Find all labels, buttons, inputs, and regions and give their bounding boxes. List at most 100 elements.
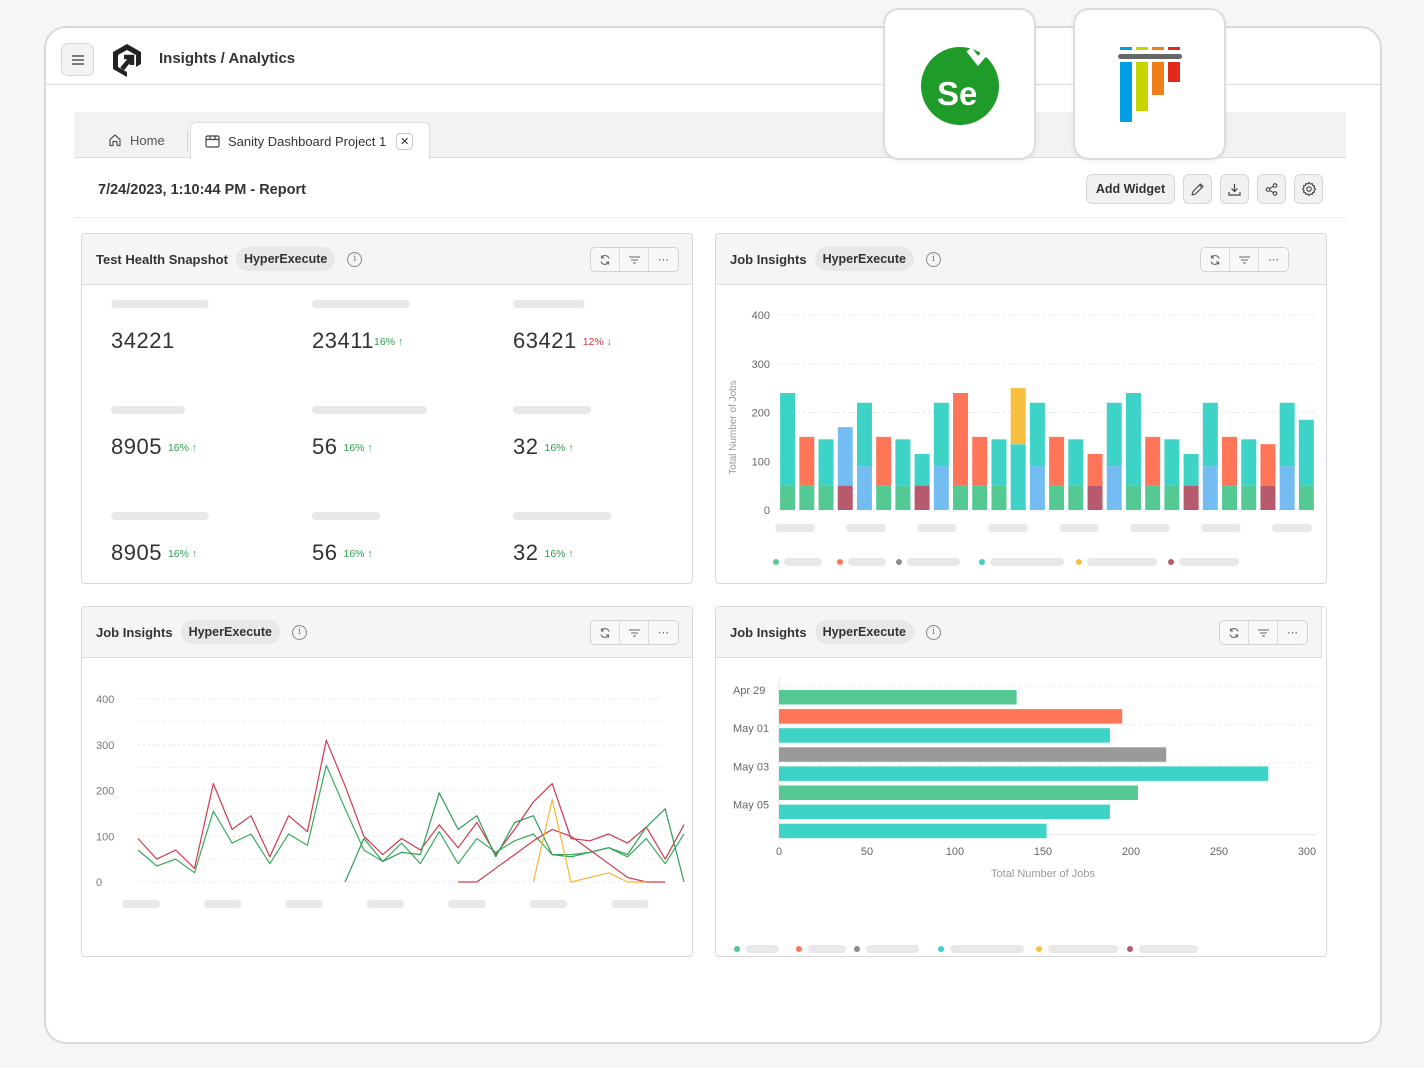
x-tick-label: 250 — [1210, 846, 1228, 858]
app-window: Insights / Analytics Home Sanity Dashboa… — [44, 26, 1382, 1044]
download-button[interactable] — [1220, 174, 1249, 204]
bar-segment — [1279, 402, 1295, 467]
bar-segment — [1183, 453, 1199, 486]
menu-button[interactable] — [61, 43, 94, 76]
tab-close-button[interactable]: ✕ — [396, 132, 414, 150]
bar-segment — [972, 436, 988, 486]
y-tick-label: Apr 29 — [733, 685, 765, 697]
refresh-button[interactable] — [591, 248, 620, 271]
stat-label-placeholder — [111, 512, 209, 520]
refresh-button[interactable] — [1220, 621, 1249, 644]
stat-label-placeholder — [312, 406, 427, 414]
legend-dot — [1127, 946, 1133, 952]
line-chart: 0 100 200 300 400 — [96, 694, 685, 908]
stat-label-placeholder — [111, 300, 209, 308]
svg-text:Se: Se — [937, 75, 977, 112]
bar-segment — [818, 485, 834, 510]
lambdatest-logo[interactable] — [110, 42, 144, 78]
filter-button[interactable] — [1230, 248, 1259, 271]
add-widget-button[interactable]: Add Widget — [1086, 174, 1175, 204]
bar-segment — [1298, 485, 1314, 510]
toolbar-divider — [74, 217, 1346, 218]
bar-segment — [1145, 485, 1161, 510]
bar-segment — [818, 439, 834, 486]
home-icon — [109, 134, 121, 147]
y-tick-label: 200 — [96, 786, 114, 798]
y-tick-label: May 01 — [733, 723, 769, 735]
legend-dot — [734, 946, 740, 952]
x-tick-placeholder — [285, 900, 323, 908]
refresh-button[interactable] — [591, 621, 620, 644]
widget-job-insights-horizontal-bar: Job Insights HyperExecute i ⋯ Apr 29 May … — [715, 606, 1327, 957]
more-options-button[interactable]: ⋯ — [649, 621, 678, 644]
stat-number: 23411 — [312, 328, 375, 353]
stat-number: 8905 — [111, 540, 162, 565]
x-tick-label: 100 — [946, 846, 964, 858]
x-axis-label: Total Number of Jobs — [991, 868, 1095, 880]
bar-segment — [1164, 485, 1180, 510]
info-icon[interactable]: i — [925, 251, 941, 267]
stat-delta-down: 12% ↓ — [582, 336, 612, 349]
legend-dot — [896, 559, 902, 565]
bar-segment — [1279, 466, 1295, 510]
stat-number: 56 — [312, 434, 338, 459]
y-tick-label: May 05 — [733, 800, 769, 812]
info-icon[interactable]: i — [925, 624, 941, 640]
bar-segment — [1183, 485, 1199, 510]
more-options-button[interactable]: ⋯ — [649, 248, 678, 271]
horizontal-bar — [779, 690, 1017, 705]
tab-sanity-dashboard[interactable]: Sanity Dashboard Project 1 ✕ — [190, 122, 430, 159]
widget-title: Job Insights — [730, 251, 807, 267]
bar-segment — [1029, 402, 1045, 467]
stacked-bar-chart: 0 100 200 300 400 Total Number of Jobs — [728, 310, 1316, 566]
legend-label-placeholder — [808, 945, 846, 953]
bar-segment — [895, 439, 911, 486]
bar-segment — [1087, 453, 1103, 486]
bar-segment — [933, 402, 949, 467]
bar-segment — [780, 393, 796, 486]
legend-dot — [1168, 559, 1174, 565]
x-tick-placeholder — [846, 524, 886, 532]
horizontal-bar-chart: Apr 29 May 01 May 03 May 05 0 50 100 150 200 250 3… — [733, 677, 1316, 953]
stat-delta-up: 16% ↑ — [167, 442, 198, 455]
info-icon[interactable]: i — [347, 251, 363, 267]
widget-title: Job Insights — [96, 624, 173, 640]
x-tick-placeholder — [611, 900, 649, 908]
info-icon[interactable]: i — [291, 624, 307, 640]
bar-segment — [1164, 439, 1180, 486]
stat-value: 32 16% ↑ — [513, 540, 574, 566]
y-tick-label: 0 — [764, 505, 770, 517]
tab-home[interactable]: Home — [108, 122, 165, 158]
refresh-button[interactable] — [1201, 248, 1230, 271]
stat-delta-up: 16% ↑ — [343, 442, 373, 455]
filter-button[interactable] — [620, 621, 649, 644]
bar-segment — [856, 466, 872, 510]
report-title: 7/24/2023, 1:10:44 PM - Report — [98, 182, 306, 198]
more-options-button[interactable]: ⋯ — [1259, 248, 1288, 271]
widget-actions: ⋯ — [1219, 620, 1308, 645]
bar-segment — [1068, 485, 1084, 510]
stat-number: 8905 — [111, 434, 162, 459]
stat-value: 34221 — [111, 328, 175, 354]
tab-separator — [187, 130, 188, 152]
share-icon — [1265, 182, 1278, 196]
testng-logo — [1118, 47, 1182, 122]
y-tick-label: 300 — [96, 740, 114, 752]
share-button[interactable] — [1257, 174, 1286, 204]
legend-label-placeholder — [950, 945, 1024, 953]
widget-header: Job Insights HyperExecute i ⋯ — [82, 607, 692, 658]
refresh-icon — [600, 627, 610, 638]
filter-button[interactable] — [620, 248, 649, 271]
tab-home-label: Home — [130, 132, 165, 148]
filter-button[interactable] — [1249, 621, 1278, 644]
x-tick-placeholder — [203, 900, 242, 908]
legend-label-placeholder — [746, 945, 779, 953]
settings-button[interactable] — [1294, 174, 1323, 204]
bar-segment — [895, 485, 911, 510]
stat-number: 32 — [513, 434, 539, 459]
more-options-button[interactable]: ⋯ — [1278, 621, 1307, 644]
bar-segment — [1260, 444, 1276, 486]
widget-actions: ⋯ — [590, 247, 679, 272]
edit-button[interactable] — [1183, 174, 1212, 204]
widget-job-insights-stacked-bar: Job Insights HyperExecute i ⋯ 0 100 200 300… — [715, 233, 1327, 584]
